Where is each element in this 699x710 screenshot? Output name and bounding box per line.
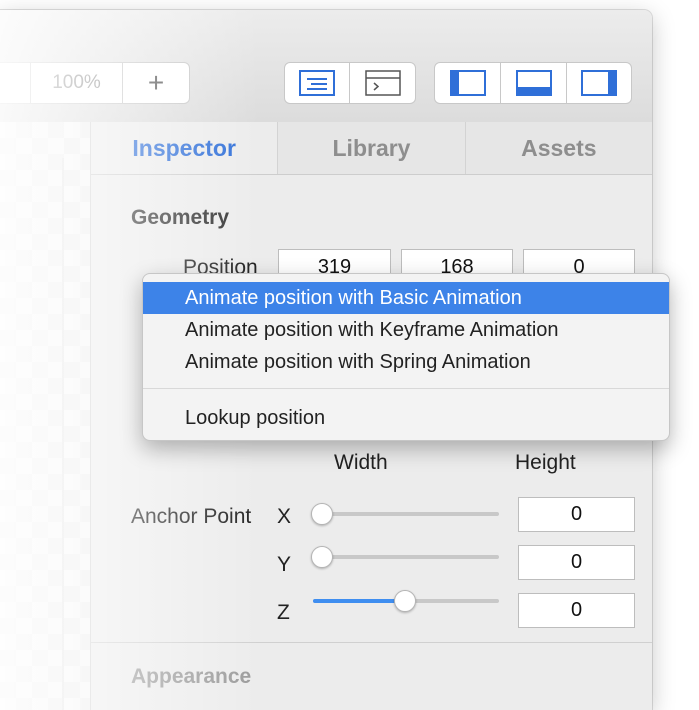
layout-editor-button[interactable] [285, 63, 350, 103]
anchor-z-slider-fill [313, 599, 406, 603]
zoom-level-label: 100% [52, 72, 101, 93]
anchor-point-label: Anchor Point [131, 505, 252, 528]
left-sidebar-icon [449, 70, 486, 96]
menu-item-keyframe-animation[interactable]: Animate position with Keyframe Animation [143, 314, 669, 346]
menu-item-spring-animation[interactable]: Animate position with Spring Animation [143, 346, 669, 378]
tab-inspector[interactable]: Inspector [91, 122, 279, 174]
toolbar: 100% + [0, 10, 652, 123]
anchor-x-slider-track[interactable] [313, 512, 499, 516]
anchor-x-axis-label: X [277, 505, 292, 528]
anchor-y-slider-knob[interactable] [311, 546, 333, 568]
bottom-panel-icon [515, 70, 552, 96]
menu-item-basic-animation[interactable]: Animate position with Basic Animation [143, 282, 669, 314]
right-sidebar-icon [581, 70, 617, 96]
toggle-bottom-panel-button[interactable] [501, 63, 567, 103]
appearance-section-title[interactable]: Appearance [131, 665, 251, 689]
anchor-y-slider-track[interactable] [313, 555, 499, 559]
panel-toggle-control [434, 62, 632, 104]
menu-item-lookup-position[interactable]: Lookup position [143, 402, 669, 434]
zoom-level[interactable]: 100% [31, 63, 123, 103]
width-column-label: Width [334, 451, 388, 474]
zoom-control: 100% + [0, 62, 190, 104]
menu-separator [143, 388, 669, 389]
anchor-z-field[interactable]: 0 [518, 593, 635, 628]
zoom-in-button[interactable]: + [123, 63, 189, 103]
panel-tabs: Inspector Library Assets [91, 122, 652, 175]
anchor-z-axis-label: Z [277, 601, 290, 624]
text-align-icon [299, 70, 335, 96]
anchor-z-slider-knob[interactable] [394, 590, 416, 612]
section-divider [91, 642, 652, 643]
toggle-right-panel-button[interactable] [567, 63, 631, 103]
plus-icon: + [147, 67, 165, 98]
view-mode-control [284, 62, 416, 104]
anchor-x-slider-knob[interactable] [311, 503, 333, 525]
height-column-label: Height [515, 451, 576, 474]
anchor-x-field[interactable]: 0 [518, 497, 635, 532]
code-editor-button[interactable] [350, 63, 415, 103]
zoom-out-segment[interactable] [0, 63, 31, 103]
tab-assets[interactable]: Assets [466, 122, 652, 174]
tab-library[interactable]: Library [278, 122, 466, 174]
anchor-y-axis-label: Y [277, 553, 292, 576]
terminal-icon [364, 70, 401, 96]
geometry-section-title: Geometry [131, 206, 230, 229]
canvas-artboard-edge [62, 158, 64, 710]
context-menu: Animate position with Basic Animation An… [142, 273, 670, 441]
anchor-y-field[interactable]: 0 [518, 545, 635, 580]
canvas-area[interactable] [0, 122, 91, 710]
toggle-left-panel-button[interactable] [435, 63, 501, 103]
